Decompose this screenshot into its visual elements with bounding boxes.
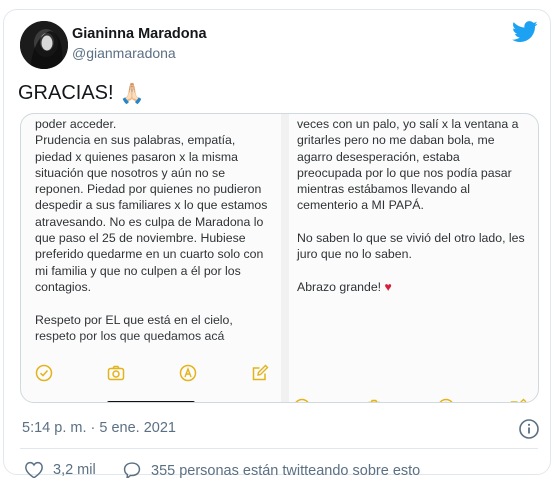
speech-bubble-icon[interactable] [122, 461, 142, 478]
like-action[interactable]: 3,2 mil [24, 461, 96, 478]
tweet-card: Gianinna Maradona @gianmaradona GRACIAS!… [3, 9, 551, 478]
like-count: 3,2 mil [53, 462, 96, 478]
tweet-image[interactable]: poder acceder. Prudencia en sus palabras… [20, 113, 539, 403]
pen-tip-icon [439, 398, 453, 402]
pen-tip-icon [179, 364, 197, 382]
camera-icon [107, 365, 125, 381]
heart-icon[interactable] [24, 461, 44, 478]
divider [20, 448, 538, 449]
author-name[interactable]: Gianinna Maradona [72, 26, 207, 42]
red-heart-emoji: ♥ [384, 279, 392, 294]
image-column-divider [281, 114, 289, 402]
tweet-text-content: GRACIAS! [18, 82, 114, 104]
check-circle-icon [295, 398, 309, 402]
conversation-text: 355 personas están twitteando sobre esto [151, 462, 421, 478]
image-right-column: veces con un palo, yo salí x la ventana … [297, 116, 533, 295]
tweet-timestamp[interactable]: 5:14 p. m. · 5 ene. 2021 [22, 420, 176, 436]
praying-hands-emoji: 🙏🏻 [119, 83, 145, 105]
author-handle[interactable]: @gianmaradona [72, 45, 176, 61]
camera-icon [367, 399, 381, 402]
image-left-column-text: poder acceder. Prudencia en sus palabras… [35, 117, 268, 343]
avatar-photo-icon [20, 21, 68, 69]
image-right-column-text: veces con un palo, yo salí x la ventana … [297, 117, 525, 294]
tweet-text: GRACIAS! 🙏🏻 [18, 81, 144, 106]
edit-icon [252, 364, 269, 381]
info-icon[interactable] [518, 418, 540, 440]
conversation-action[interactable]: 355 personas están twitteando sobre esto [122, 461, 420, 478]
check-circle-icon [35, 364, 53, 382]
home-indicator-bar [107, 401, 195, 402]
edit-icon [510, 398, 527, 402]
avatar[interactable] [20, 21, 68, 69]
image-left-fade [21, 336, 283, 376]
twitter-bird-icon[interactable] [512, 21, 538, 43]
